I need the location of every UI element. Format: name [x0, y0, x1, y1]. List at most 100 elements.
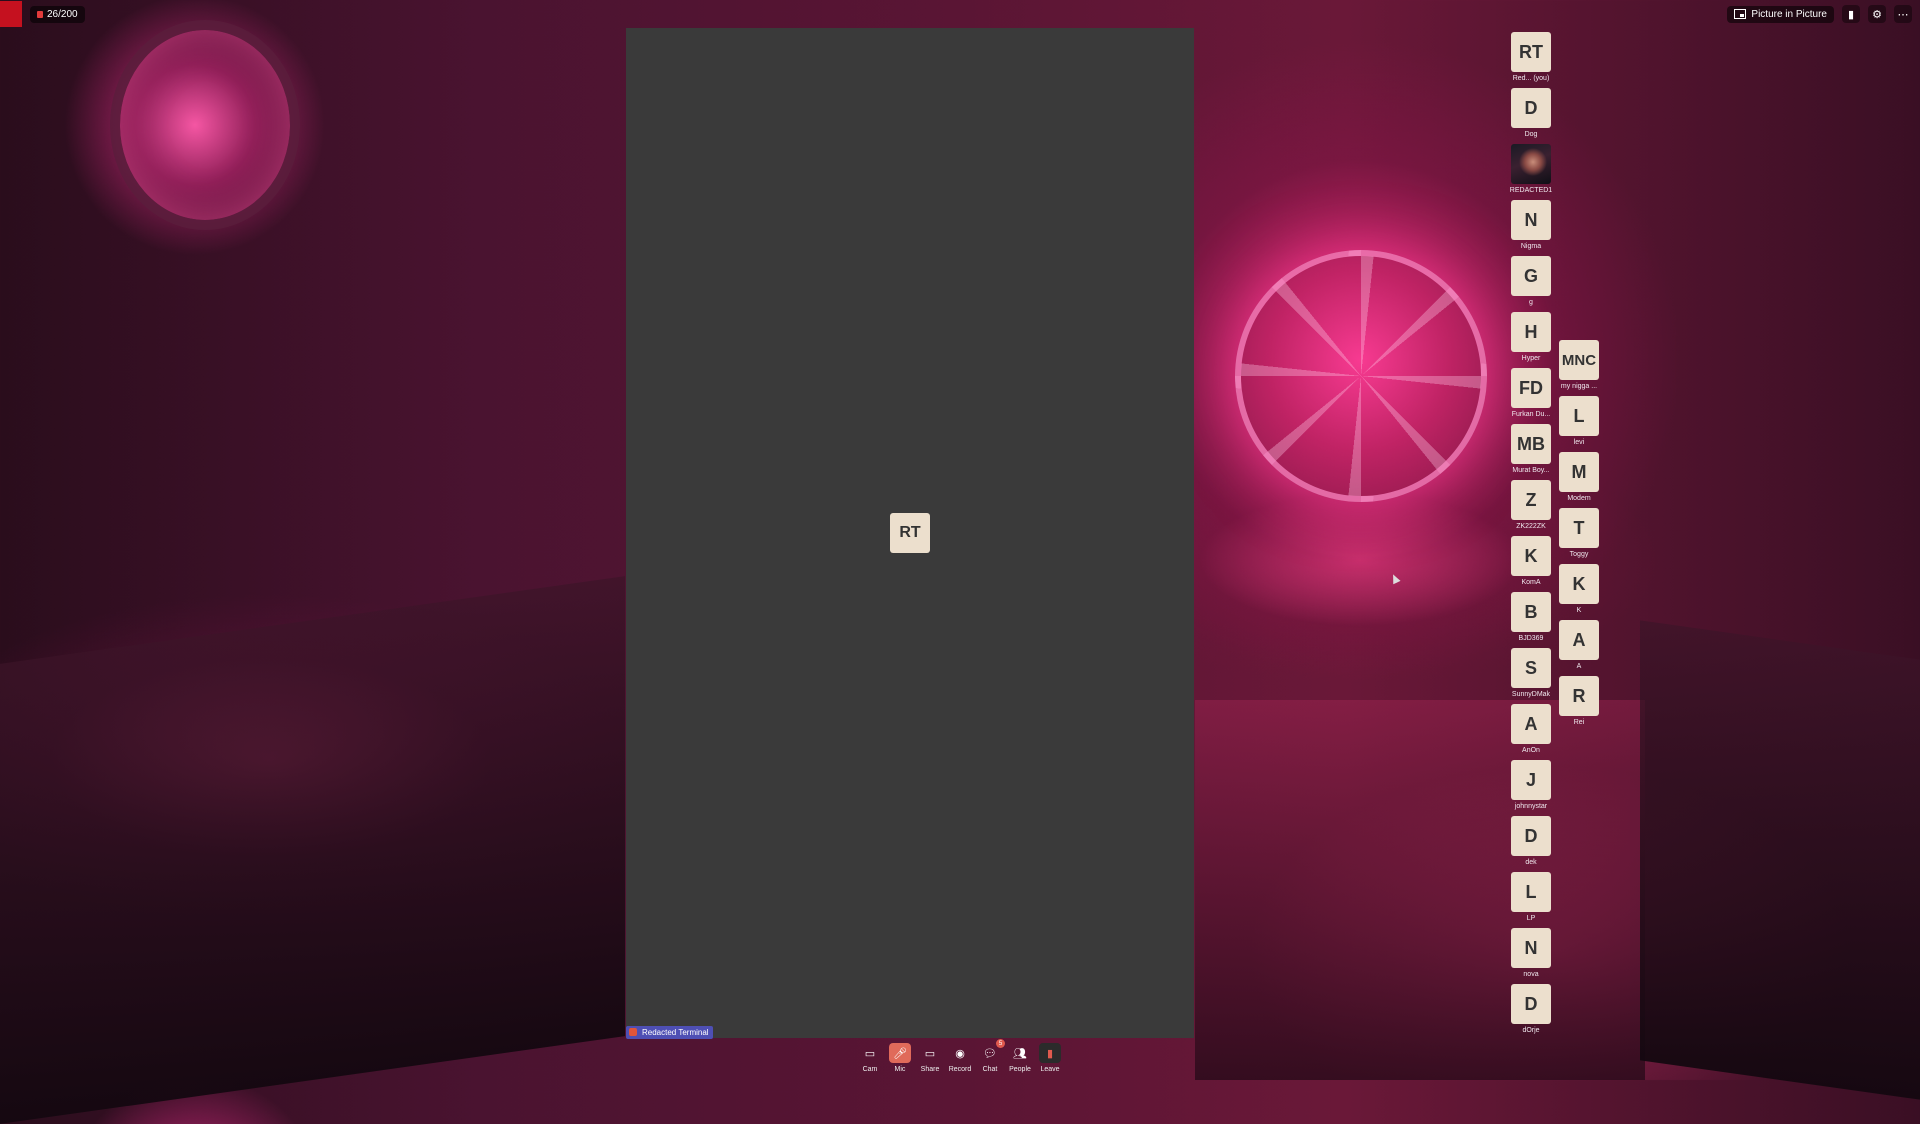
participant-name: g [1529, 299, 1533, 306]
chat-label: Chat [982, 1066, 998, 1073]
participant-name: Nigma [1520, 243, 1542, 250]
participant-avatar: A [1559, 620, 1599, 660]
participant-name: Furkan Du... [1511, 411, 1551, 418]
participant-tile[interactable]: Nnova [1511, 928, 1551, 978]
participant-tile[interactable]: S SunnyDMak [1511, 648, 1551, 698]
participant-tile[interactable]: B BJD369 [1511, 592, 1551, 642]
leave-icon: ▮ [1039, 1043, 1061, 1063]
participant-avatar: N [1511, 200, 1551, 240]
participant-avatar: B [1511, 592, 1551, 632]
picture-in-picture-icon [1734, 9, 1747, 19]
participant-tile[interactable]: Jjohnnystar [1511, 760, 1551, 810]
people-icon: 👥︎ [1013, 1047, 1027, 1060]
participant-tile[interactable]: Llevi [1559, 396, 1599, 446]
participant-tile[interactable]: M Modem [1559, 452, 1599, 502]
participant-avatar: N [1511, 928, 1551, 968]
lock-icon [37, 10, 43, 18]
participant-name: dOrje [1522, 1027, 1540, 1034]
participant-avatar: L [1511, 872, 1551, 912]
participant-avatar: H [1511, 312, 1551, 352]
participant-tile[interactable]: T Toggy [1559, 508, 1599, 558]
participant-tile[interactable]: Ddek [1511, 816, 1551, 866]
participant-avatar: A [1511, 704, 1551, 744]
stage-name-label: Redacted Terminal [626, 1026, 713, 1039]
mic-label: Mic [894, 1066, 906, 1073]
participant-avatar: RT [1511, 32, 1551, 72]
leave-label: Leave [1040, 1066, 1060, 1073]
record-icon: ◉ [955, 1047, 965, 1060]
participant-name: KomA [1521, 579, 1541, 586]
participant-count: 26/200 [47, 8, 78, 20]
participant-tile[interactable]: MNC my nigga ... [1559, 340, 1599, 390]
signal-icon[interactable]: ▮ [1842, 5, 1860, 23]
chat-button[interactable]: 💬︎ 5 Chat [978, 1039, 1005, 1073]
participant-tile[interactable]: D Dog [1511, 88, 1551, 138]
participant-avatar: D [1511, 88, 1551, 128]
participant-tile[interactable]: Z ZK222ZK [1511, 480, 1551, 530]
participant-name: dek [1525, 859, 1537, 866]
participant-avatar: J [1511, 760, 1551, 800]
cam-label: Cam [862, 1066, 878, 1073]
participant-avatar: R [1559, 676, 1599, 716]
participant-tile[interactable]: H Hyper [1511, 312, 1551, 362]
stage-avatar: RT [890, 513, 930, 553]
participant-tile[interactable]: N Nigma [1511, 200, 1551, 250]
participant-name: ZK222ZK [1516, 523, 1546, 530]
participant-name: AnOn [1522, 747, 1540, 754]
participant-name: johnnystar [1514, 803, 1548, 810]
participant-avatar: K [1511, 536, 1551, 576]
participant-tile[interactable]: MB Murat Boy... [1511, 424, 1551, 474]
share-label: Share [920, 1066, 940, 1073]
participant-name: levi [1573, 439, 1585, 446]
participant-name: Rei [1573, 719, 1585, 726]
participant-tile[interactable]: K KomA [1511, 536, 1551, 586]
participant-name: Red... (you) [1512, 75, 1550, 82]
participant-name: Modem [1567, 495, 1591, 502]
participant-name: LP [1526, 915, 1536, 922]
participant-name: Toggy [1569, 551, 1589, 558]
participant-tile[interactable]: FD Furkan Du... [1511, 368, 1551, 418]
participant-tile[interactable]: A AnOn [1511, 704, 1551, 754]
participant-avatar: MNC [1559, 340, 1599, 380]
main-video-stage[interactable]: RT [626, 28, 1194, 1038]
participant-tile[interactable]: AA [1559, 620, 1599, 670]
mouse-cursor-icon [1389, 572, 1401, 585]
participant-name: REDACTED1 [1509, 187, 1553, 194]
participant-name: A [1576, 663, 1582, 670]
leave-button[interactable]: ▮ Leave [1038, 1043, 1062, 1073]
participant-name: Dog [1524, 131, 1538, 138]
more-icon[interactable]: ⋯ [1894, 5, 1912, 23]
participant-counter[interactable]: 26/200 [30, 5, 85, 23]
participant-avatar: S [1511, 648, 1551, 688]
background-porthole [110, 20, 300, 230]
participant-tile[interactable]: R Rei [1559, 676, 1599, 726]
participant-photo-avatar [1511, 144, 1551, 184]
pip-label: Picture in Picture [1751, 8, 1827, 20]
participant-tile[interactable]: Gg [1511, 256, 1551, 306]
mic-button[interactable]: 🎤︎ Mic [888, 1043, 912, 1073]
participant-name: my nigga ... [1560, 383, 1598, 390]
cam-button[interactable]: ▭ Cam [858, 1043, 882, 1074]
settings-icon[interactable]: ⚙ [1868, 5, 1886, 23]
participant-avatar: L [1559, 396, 1599, 436]
participant-avatar: D [1511, 984, 1551, 1024]
participant-avatar: T [1559, 508, 1599, 548]
background-console-left [0, 576, 625, 1124]
participant-tile[interactable]: KK [1559, 564, 1599, 614]
participant-name: Hyper [1521, 355, 1541, 362]
participant-tile[interactable]: REDACTED1 [1510, 144, 1552, 194]
camera-off-icon: ▭ [864, 1047, 876, 1060]
participant-tile[interactable]: RT Red... (you) [1511, 32, 1551, 82]
people-button[interactable]: 👥︎ People [1008, 1043, 1032, 1074]
share-button[interactable]: ▭ Share [918, 1043, 942, 1074]
participant-avatar: Z [1511, 480, 1551, 520]
participant-tile[interactable]: L LP [1511, 872, 1551, 922]
record-label: Record [948, 1066, 972, 1073]
record-button[interactable]: ◉ Record [948, 1043, 972, 1074]
participant-avatar: M [1559, 452, 1599, 492]
picture-in-picture-button[interactable]: Picture in Picture [1727, 5, 1834, 23]
participant-tile[interactable]: DdOrje [1511, 984, 1551, 1034]
participant-name: BJD369 [1518, 635, 1544, 642]
chat-badge: 5 [996, 1039, 1005, 1048]
background-corridor-floor [1195, 700, 1645, 1080]
